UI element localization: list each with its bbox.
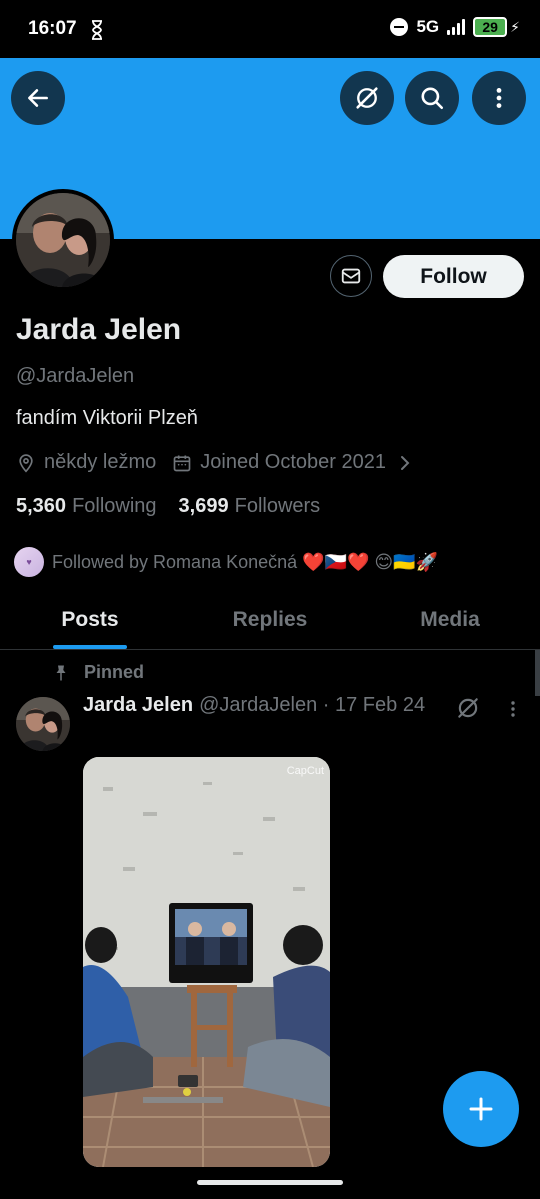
do-not-disturb-icon <box>390 18 409 36</box>
hourglass-icon <box>92 20 102 40</box>
follow-button[interactable]: Follow <box>383 255 524 298</box>
post-author-avatar[interactable] <box>16 697 70 751</box>
profile-meta: někdy ležmo Joined October 2021 <box>16 451 412 474</box>
more-vertical-icon <box>496 88 502 108</box>
battery-icon: 29 <box>473 17 508 37</box>
home-indicator[interactable] <box>197 1180 343 1185</box>
followed-by[interactable]: ♥ Followed by Romana Konečná ❤️🇨🇿❤️ 😊🇺🇦🚀 <box>12 545 438 579</box>
avatar-photo <box>16 193 110 287</box>
back-button[interactable] <box>11 71 65 125</box>
profile-joined: Joined October 2021 <box>200 451 386 473</box>
profile-avatar[interactable] <box>12 189 114 291</box>
calendar-icon <box>173 455 191 471</box>
followers-label: Followers <box>234 495 321 517</box>
back-arrow-icon <box>28 89 48 107</box>
post-header: Jarda Jelen @JardaJelen · 17 Feb 24 <box>83 694 425 717</box>
capcut-watermark: CapCut <box>286 765 324 777</box>
location-pin-icon <box>19 453 33 473</box>
post-author-name[interactable]: Jarda Jelen <box>83 694 193 717</box>
grok-button[interactable] <box>340 71 394 125</box>
more-vertical-icon[interactable] <box>503 697 523 721</box>
pin-icon <box>56 665 66 680</box>
followers-count: 3,699 <box>178 495 229 517</box>
status-bar: 16:07 5G 29 ⚡ <box>0 0 540 58</box>
profile-handle: @JardaJelen <box>16 365 135 387</box>
scroll-indicator <box>535 650 540 696</box>
status-time: 16:07 <box>28 18 77 39</box>
profile-name: Jarda Jelen <box>16 313 182 346</box>
battery-level: 29 <box>482 19 498 35</box>
profile-location: někdy ležmo <box>44 451 157 473</box>
followers-link[interactable]: 3,699 Followers <box>179 495 321 518</box>
search-button[interactable] <box>405 71 459 125</box>
pinned-label: Pinned <box>52 662 144 683</box>
grok-icon[interactable] <box>455 695 481 721</box>
search-icon <box>421 87 444 110</box>
plus-icon <box>469 1097 493 1121</box>
followed-by-text: Followed by Romana Konečná ❤️🇨🇿❤️ 😊🇺🇦🚀 <box>52 551 438 572</box>
signal-icon <box>447 19 466 35</box>
network-label: 5G <box>416 17 440 36</box>
pinned-text: Pinned <box>84 662 145 682</box>
tab-posts[interactable]: Posts <box>0 590 180 649</box>
envelope-icon <box>341 268 361 284</box>
more-options-button[interactable] <box>472 71 526 125</box>
profile-bio: fandím Viktorii Plzeň <box>16 407 198 429</box>
post-author-meta: @JardaJelen · 17 Feb 24 <box>199 694 426 716</box>
follow-counts: 5,360 Following 3,699 Followers <box>16 495 342 518</box>
message-button[interactable] <box>330 255 372 297</box>
chevron-right-icon[interactable] <box>398 454 412 472</box>
avatar-photo <box>16 697 70 751</box>
tab-replies[interactable]: Replies <box>180 590 360 649</box>
follower-avatar: ♥ <box>12 545 46 579</box>
following-link[interactable]: 5,360 Following <box>16 495 157 518</box>
compose-post-button[interactable] <box>443 1071 519 1147</box>
profile-tabs: Posts Replies Media <box>0 590 540 650</box>
tab-media[interactable]: Media <box>360 590 540 649</box>
video-thumbnail <box>83 757 330 1167</box>
grok-icon <box>356 87 378 109</box>
charging-icon: ⚡ <box>510 18 520 35</box>
following-count: 5,360 <box>16 495 67 517</box>
following-label: Following <box>72 495 157 517</box>
post-media-video[interactable]: CapCut <box>83 757 330 1167</box>
